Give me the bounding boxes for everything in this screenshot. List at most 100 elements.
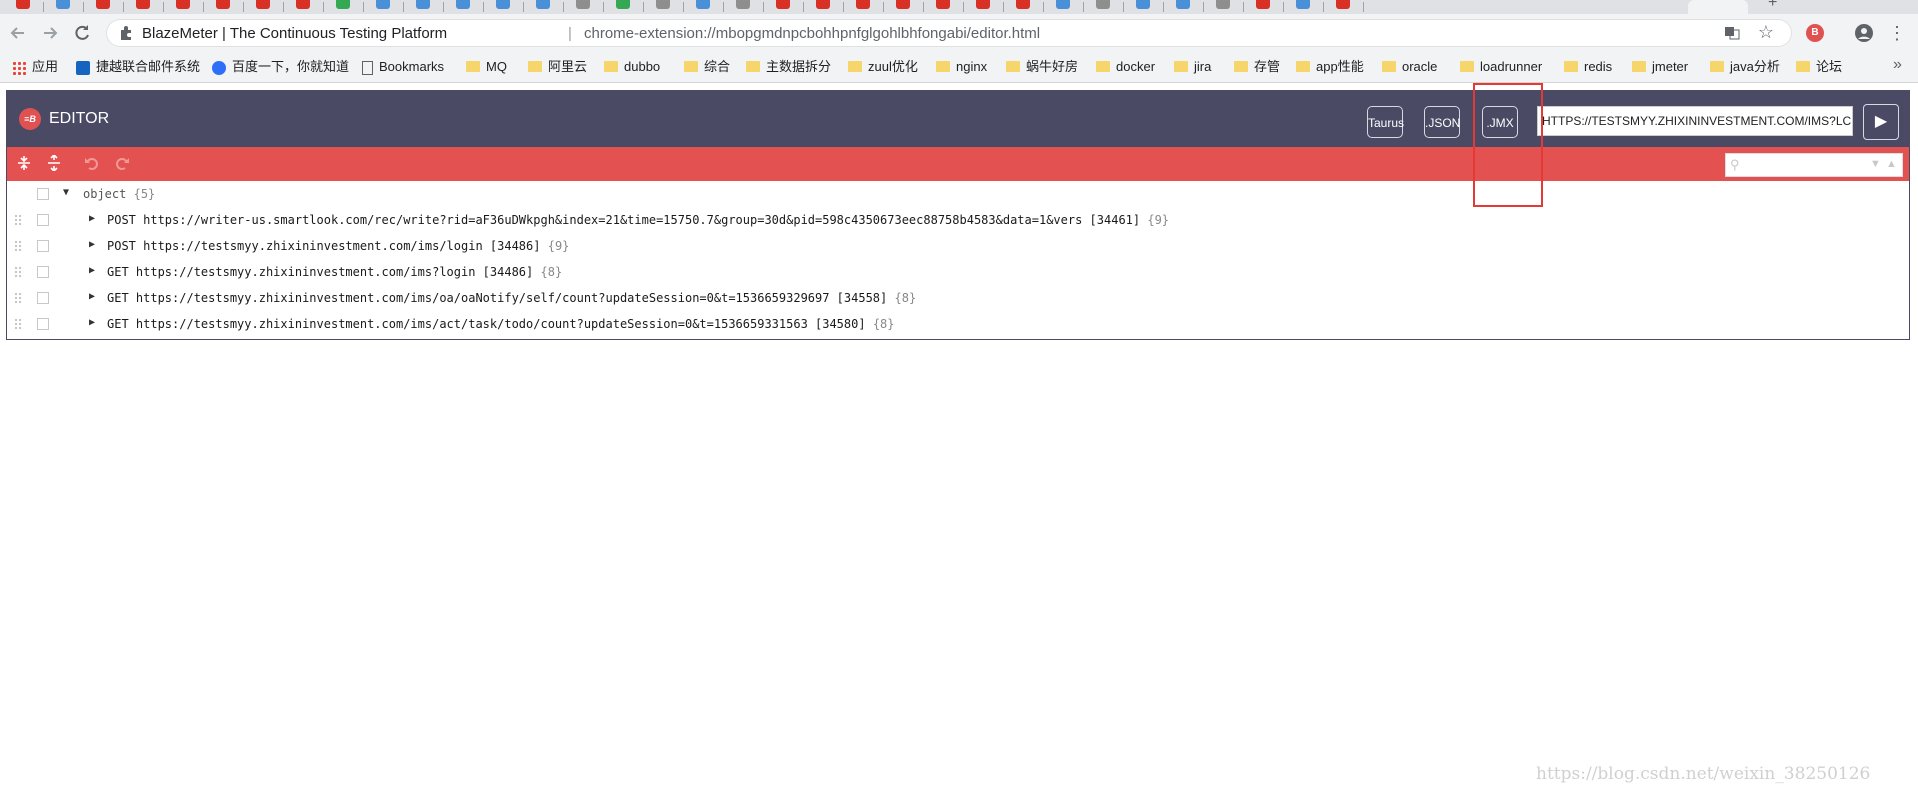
bookmark-item[interactable]: Bookmarks xyxy=(362,58,444,76)
browser-tab[interactable] xyxy=(804,0,844,14)
address-bar[interactable]: BlazeMeter | The Continuous Testing Plat… xyxy=(106,19,1792,47)
tree-root-row[interactable]: ▼ object {5} xyxy=(7,181,1909,207)
browser-tab[interactable] xyxy=(1084,0,1124,14)
bookmark-item[interactable]: 综合 xyxy=(684,58,730,76)
browser-tab[interactable] xyxy=(604,0,644,14)
browser-tab[interactable] xyxy=(244,0,284,14)
expand-toggle-icon[interactable]: ▶ xyxy=(89,265,95,276)
forward-arrow-icon[interactable] xyxy=(40,23,60,43)
browser-tab[interactable] xyxy=(204,0,244,14)
browser-tab[interactable] xyxy=(484,0,524,14)
bookmark-item[interactable]: app性能 xyxy=(1296,58,1364,76)
bookmark-item[interactable]: 主数据拆分 xyxy=(746,58,831,76)
expand-toggle-icon[interactable]: ▶ xyxy=(89,239,95,250)
more-menu-icon[interactable]: ⋮ xyxy=(1888,23,1906,43)
browser-tab[interactable] xyxy=(364,0,404,14)
drag-handle-icon[interactable] xyxy=(14,214,22,226)
search-box[interactable]: ⚲ ▼ ▲ xyxy=(1725,153,1903,177)
bookmark-item[interactable]: oracle xyxy=(1382,58,1437,76)
browser-tab[interactable] xyxy=(84,0,124,14)
taurus-button[interactable]: Taurus xyxy=(1367,106,1404,138)
browser-tab[interactable] xyxy=(884,0,924,14)
tree-row[interactable]: ▶ POST https://testsmyy.zhixininvestment.… xyxy=(7,233,1909,259)
tree-row[interactable]: ▶ GET https://testsmyy.zhixininvestment.c… xyxy=(7,311,1909,337)
browser-tab[interactable] xyxy=(44,0,84,14)
bookmark-item[interactable]: 应用 xyxy=(12,58,58,76)
bookmark-star-icon[interactable]: ☆ xyxy=(1758,22,1774,43)
bookmark-item[interactable]: jira xyxy=(1174,58,1211,76)
play-icon[interactable]: ▶ xyxy=(1863,104,1899,140)
browser-tab[interactable] xyxy=(1164,0,1204,14)
bookmark-item[interactable]: 捷越联合邮件系统 xyxy=(76,58,200,76)
translate-icon[interactable] xyxy=(1724,25,1740,41)
browser-tab[interactable] xyxy=(1004,0,1044,14)
browser-tab[interactable] xyxy=(124,0,164,14)
browser-tab[interactable] xyxy=(1284,0,1324,14)
bookmark-item[interactable]: java分析 xyxy=(1710,58,1780,76)
browser-tab[interactable] xyxy=(4,0,44,14)
browser-tab[interactable] xyxy=(924,0,964,14)
bookmark-item[interactable]: nginx xyxy=(936,58,987,76)
browser-tab[interactable] xyxy=(1124,0,1164,14)
browser-tab[interactable] xyxy=(444,0,484,14)
browser-tab[interactable] xyxy=(1204,0,1244,14)
jmx-button[interactable]: .JMX xyxy=(1482,106,1518,138)
bookmark-item[interactable]: redis xyxy=(1564,58,1612,76)
tree-row[interactable]: ▶ GET https://testsmyy.zhixininvestment.c… xyxy=(7,285,1909,311)
browser-tab[interactable] xyxy=(284,0,324,14)
browser-tab[interactable] xyxy=(684,0,724,14)
collapse-all-icon[interactable] xyxy=(15,155,33,173)
browser-tab[interactable] xyxy=(764,0,804,14)
redo-icon[interactable] xyxy=(113,155,131,173)
bookmarks-overflow-icon[interactable]: » xyxy=(1893,56,1902,74)
reload-icon[interactable] xyxy=(72,23,92,43)
row-checkbox[interactable] xyxy=(37,240,49,252)
url-text[interactable]: chrome-extension://mbopgmdnpcbohhpnfglgo… xyxy=(584,25,1040,42)
bookmark-item[interactable]: dubbo xyxy=(604,58,660,76)
profile-avatar-icon[interactable] xyxy=(1854,23,1874,43)
row-checkbox[interactable] xyxy=(37,188,49,200)
search-next-icon[interactable]: ▼ xyxy=(1870,158,1881,170)
bookmark-item[interactable]: loadrunner xyxy=(1460,58,1542,76)
bookmark-item[interactable]: 蜗牛好房 xyxy=(1006,58,1078,76)
expand-all-icon[interactable] xyxy=(45,153,63,173)
row-checkbox[interactable] xyxy=(37,266,49,278)
tree-row[interactable]: ▶ POST https://writer-us.smartlook.com/re… xyxy=(7,207,1909,233)
bookmark-item[interactable]: jmeter xyxy=(1632,58,1688,76)
blazemeter-extension-icon[interactable]: B xyxy=(1806,24,1824,42)
expand-toggle-icon[interactable]: ▼ xyxy=(63,187,69,198)
bookmark-item[interactable]: MQ xyxy=(466,58,507,76)
bookmark-item[interactable]: 论坛 xyxy=(1796,58,1842,76)
undo-icon[interactable] xyxy=(83,155,101,173)
row-checkbox[interactable] xyxy=(37,214,49,226)
drag-handle-icon[interactable] xyxy=(14,240,22,252)
expand-toggle-icon[interactable]: ▶ xyxy=(89,317,95,328)
browser-tab[interactable] xyxy=(564,0,604,14)
json-button[interactable]: .JSON xyxy=(1424,106,1460,138)
expand-toggle-icon[interactable]: ▶ xyxy=(89,213,95,224)
browser-tab[interactable] xyxy=(524,0,564,14)
bookmark-item[interactable]: 阿里云 xyxy=(528,58,587,76)
browser-tab[interactable] xyxy=(1244,0,1284,14)
expand-toggle-icon[interactable]: ▶ xyxy=(89,291,95,302)
tree-row[interactable]: ▶ GET https://testsmyy.zhixininvestment.c… xyxy=(7,259,1909,285)
browser-tab[interactable] xyxy=(644,0,684,14)
search-previous-icon[interactable]: ▲ xyxy=(1886,158,1897,170)
new-tab-button[interactable]: + xyxy=(1768,0,1777,12)
browser-tab[interactable] xyxy=(324,0,364,14)
bookmark-item[interactable]: 存管 xyxy=(1234,58,1280,76)
browser-tab[interactable] xyxy=(964,0,1004,14)
back-arrow-icon[interactable] xyxy=(8,23,28,43)
browser-tab[interactable] xyxy=(1044,0,1084,14)
drag-handle-icon[interactable] xyxy=(14,318,22,330)
active-tab[interactable] xyxy=(1688,0,1748,14)
browser-tab[interactable] xyxy=(404,0,444,14)
drag-handle-icon[interactable] xyxy=(14,292,22,304)
request-url-field[interactable]: HTTPS://TESTSMYY.ZHIXININVESTMENT.COM/IM… xyxy=(1537,106,1853,136)
bookmark-item[interactable]: zuul优化 xyxy=(848,58,918,76)
row-checkbox[interactable] xyxy=(37,292,49,304)
browser-tab[interactable] xyxy=(844,0,884,14)
row-checkbox[interactable] xyxy=(37,318,49,330)
bookmark-item[interactable]: 百度一下，你就知道 xyxy=(212,58,349,76)
bookmark-item[interactable]: docker xyxy=(1096,58,1155,76)
